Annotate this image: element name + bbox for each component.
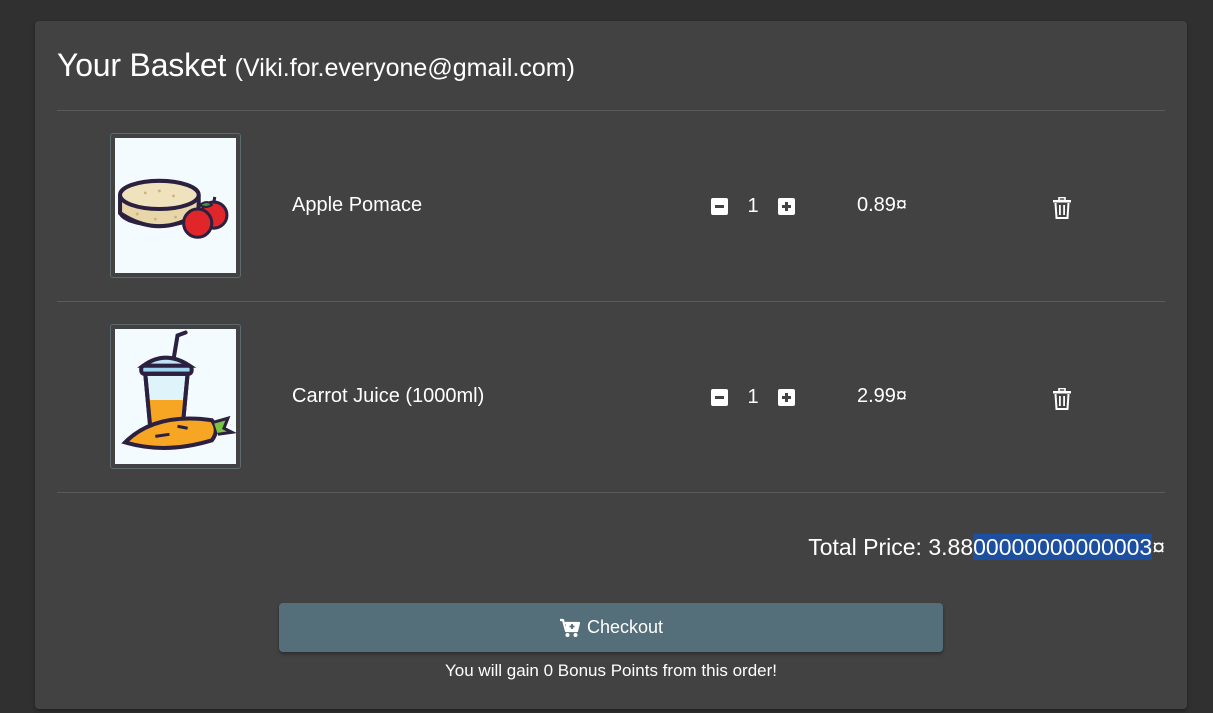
checkout-label: Checkout	[586, 617, 664, 637]
increase-quantity-button[interactable]	[778, 197, 795, 215]
basket-title: Your Basket	[57, 47, 227, 83]
user-email: (Viki.for.everyone@gmail.com)	[234, 54, 575, 82]
increase-quantity-button[interactable]	[778, 388, 795, 406]
product-image	[110, 133, 241, 278]
page-title: Your Basket (Viki.for.everyone@gmail.com…	[57, 47, 575, 84]
product-name: Apple Pomace	[292, 194, 423, 216]
quantity-value: 1	[747, 385, 759, 408]
total-price: Total Price: 3.8800000000000003¤	[808, 534, 1165, 561]
quantity-value: 1	[747, 194, 759, 217]
product-price: 2.99¤	[857, 385, 908, 407]
quantity-stepper: 1	[711, 385, 795, 409]
checkout-button[interactable]: Checkout	[279, 603, 943, 652]
basket-row: Carrot Juice (1000ml) 1 2.99¤	[57, 302, 1165, 492]
product-price: 0.89¤	[857, 194, 908, 216]
product-image	[110, 324, 241, 469]
decrease-quantity-button[interactable]	[711, 388, 728, 406]
carrot-juice-icon	[121, 330, 236, 450]
total-price-label: Total Price:	[808, 534, 922, 560]
currency-symbol: ¤	[1152, 534, 1165, 560]
trash-icon[interactable]	[1052, 196, 1072, 219]
product-name: Carrot Juice (1000ml)	[292, 385, 485, 407]
divider	[57, 492, 1165, 493]
basket-card: Your Basket (Viki.for.everyone@gmail.com…	[35, 21, 1187, 709]
total-price-value: 3.88	[928, 534, 974, 560]
trash-icon[interactable]	[1052, 387, 1072, 410]
bonus-points-text: You will gain 0 Bonus Points from this o…	[445, 661, 777, 680]
selected-text: 00000000000003	[973, 534, 1153, 560]
cart-icon	[559, 618, 581, 637]
basket-row: Apple Pomace 1 0.89¤	[57, 111, 1165, 301]
quantity-stepper: 1	[711, 194, 795, 218]
apple-pomace-icon	[118, 178, 229, 239]
decrease-quantity-button[interactable]	[711, 197, 728, 215]
